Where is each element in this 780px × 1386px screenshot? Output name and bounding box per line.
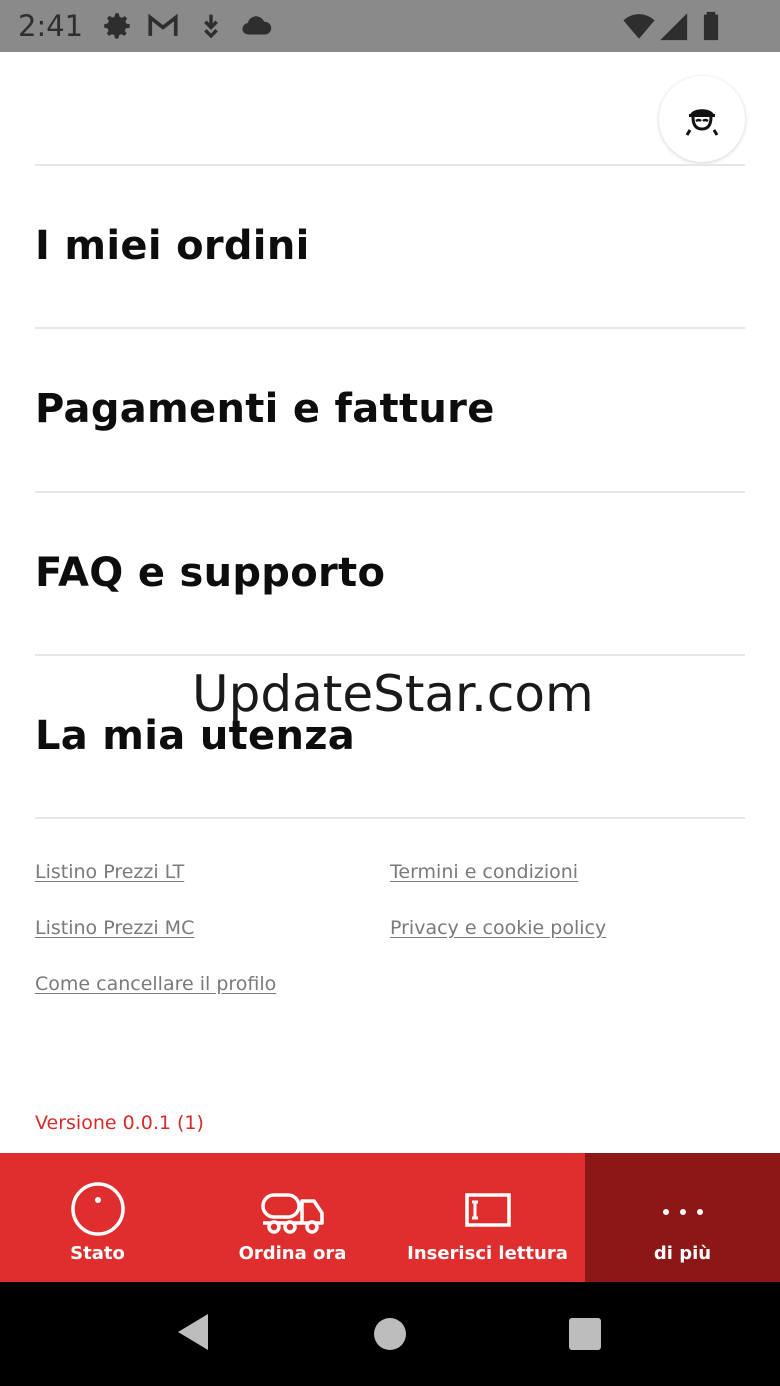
battery-icon: [703, 11, 719, 41]
status-bar: 2:41: [0, 0, 780, 52]
gear-icon: [104, 13, 130, 39]
menu-item-label: I miei ordini: [35, 223, 310, 269]
back-icon[interactable]: [176, 1312, 210, 1352]
signal-icon: [660, 13, 688, 41]
tab-label: Inserisci lettura: [407, 1243, 568, 1264]
gauge-icon: [70, 1182, 125, 1236]
wifi-icon: [623, 14, 655, 39]
cloud-icon: [242, 16, 272, 35]
menu-item-label: Pagamenti e fatture: [35, 386, 495, 432]
tab-stato[interactable]: Stato: [0, 1153, 195, 1282]
profile-button[interactable]: [659, 76, 745, 162]
meter-reading-icon: [464, 1193, 511, 1227]
home-icon[interactable]: [373, 1317, 407, 1351]
menu-item-my-account[interactable]: La mia utenza: [35, 656, 745, 816]
link-cancel-profile[interactable]: Come cancellare il profilo: [35, 973, 276, 995]
version-text: Versione 0.0.1 (1): [35, 1112, 204, 1134]
link-privacy[interactable]: Privacy e cookie policy: [390, 917, 606, 939]
link-terms[interactable]: Termini e condizioni: [390, 861, 578, 883]
user-avatar-icon: [685, 109, 719, 136]
tab-label: Stato: [70, 1243, 125, 1264]
menu-item-label: FAQ e supporto: [35, 550, 386, 596]
tab-di-piu[interactable]: di più: [585, 1153, 780, 1282]
download-icon: [204, 14, 218, 39]
tab-inserisci-lettura[interactable]: Inserisci lettura: [390, 1153, 585, 1282]
more-dots-icon: [662, 1209, 703, 1215]
divider: [35, 817, 745, 819]
recents-icon[interactable]: [568, 1317, 602, 1351]
menu-item-payments-invoices[interactable]: Pagamenti e fatture: [35, 329, 745, 489]
system-nav-bar: [0, 1282, 780, 1386]
link-price-list-lt[interactable]: Listino Prezzi LT: [35, 861, 184, 883]
tab-label: Ordina ora: [238, 1243, 347, 1264]
gmail-icon: [148, 13, 178, 36]
menu-item-faq-support[interactable]: FAQ e supporto: [35, 493, 745, 653]
truck-icon: [260, 1193, 324, 1234]
bottom-tab-bar: Stato Ordina ora Inserisci lettura di pi…: [0, 1153, 780, 1282]
link-price-list-mc[interactable]: Listino Prezzi MC: [35, 917, 194, 939]
tab-ordina-ora[interactable]: Ordina ora: [195, 1153, 390, 1282]
menu-item-my-orders[interactable]: I miei ordini: [35, 166, 745, 326]
tab-label: di più: [653, 1243, 712, 1264]
menu-item-label: La mia utenza: [35, 713, 356, 759]
status-time: 2:41: [18, 9, 84, 43]
